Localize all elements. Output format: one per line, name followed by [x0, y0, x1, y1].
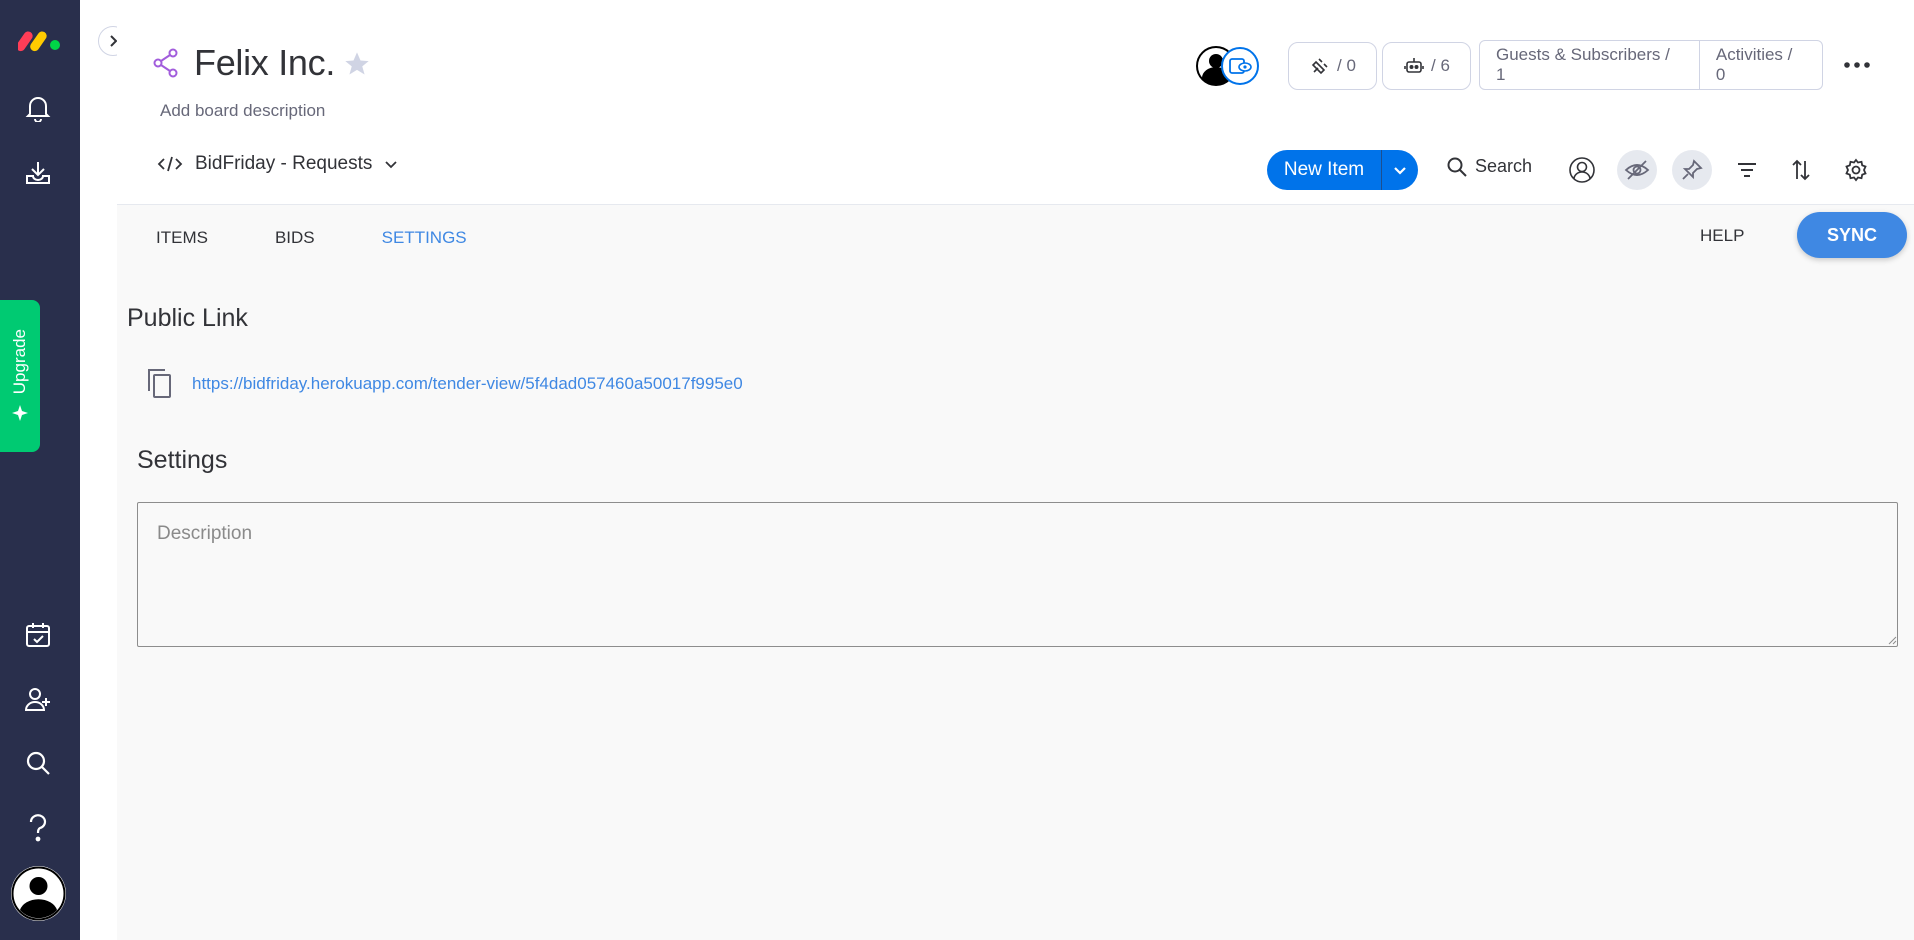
- inbox-button[interactable]: [18, 153, 58, 193]
- search-icon: [1447, 157, 1467, 177]
- hide-columns-button[interactable]: [1617, 150, 1657, 190]
- more-horizontal-icon: [1844, 62, 1870, 68]
- board-view-selector[interactable]: BidFriday - Requests: [157, 153, 398, 175]
- filter-icon: [1738, 163, 1756, 177]
- upgrade-label: Upgrade: [10, 329, 29, 395]
- app-view-content: ITEMS BIDS SETTINGS HELP SYNC Public Lin…: [117, 205, 1914, 940]
- sort-icon: [1792, 159, 1810, 181]
- board-description[interactable]: Add board description: [160, 101, 325, 121]
- board-title[interactable]: Felix Inc.: [194, 42, 335, 84]
- new-item-split-button: New Item: [1267, 150, 1418, 190]
- tab-settings[interactable]: SETTINGS: [382, 228, 467, 248]
- public-link-heading: Public Link: [127, 304, 248, 332]
- sync-button[interactable]: SYNC: [1797, 212, 1907, 258]
- robot-icon: [1404, 58, 1424, 73]
- tab-bids[interactable]: BIDS: [275, 228, 315, 248]
- more-options-button[interactable]: [1839, 48, 1875, 82]
- automations-count: / 6: [1431, 56, 1450, 75]
- new-item-button[interactable]: New Item: [1267, 150, 1381, 190]
- calendar-check-icon: [26, 623, 50, 647]
- guest-view-icon: [1221, 47, 1259, 85]
- help-button[interactable]: [18, 808, 58, 848]
- settings-heading: Settings: [137, 446, 228, 474]
- code-icon: [157, 156, 183, 172]
- sort-button[interactable]: [1781, 150, 1821, 190]
- board-search-button[interactable]: Search: [1447, 156, 1532, 177]
- tab-items[interactable]: ITEMS: [156, 228, 208, 248]
- board-activity-panel: Guests & Subscribers / 1 Activities / 0: [1479, 40, 1823, 90]
- integrations-button[interactable]: / 0: [1288, 42, 1377, 90]
- sparkle-icon: [12, 404, 28, 421]
- guests-subscribers-button[interactable]: Guests & Subscribers / 1: [1480, 41, 1699, 89]
- monday-logo[interactable]: [18, 26, 62, 52]
- resize-handle-icon[interactable]: [1887, 635, 1897, 645]
- chevron-down-icon: [385, 161, 398, 169]
- new-item-dropdown-button[interactable]: [1382, 150, 1418, 190]
- copy-icon[interactable]: [145, 367, 175, 401]
- left-rail: Upgrade: [0, 0, 80, 940]
- public-link-url[interactable]: https://bidfriday.herokuapp.com/tender-v…: [192, 374, 743, 394]
- board-settings-button[interactable]: [1836, 150, 1876, 190]
- chevron-down-icon: [1394, 167, 1406, 175]
- activities-button[interactable]: Activities / 0: [1700, 41, 1822, 89]
- user-avatar[interactable]: [11, 866, 66, 921]
- user-avatar-icon: [11, 866, 66, 921]
- board-header: Felix Inc. Add board description / 0 / 6…: [117, 0, 1914, 205]
- my-work-button[interactable]: [18, 615, 58, 655]
- pin-button[interactable]: [1672, 150, 1712, 190]
- download-icon: [26, 162, 50, 184]
- search-icon: [26, 751, 50, 775]
- upgrade-button[interactable]: Upgrade: [0, 300, 40, 452]
- bell-icon: [25, 97, 51, 122]
- help-link[interactable]: HELP: [1700, 226, 1744, 246]
- notifications-button[interactable]: [18, 88, 58, 128]
- view-name: BidFriday - Requests: [195, 153, 373, 174]
- help-icon: [29, 814, 47, 842]
- integrations-count: / 0: [1337, 56, 1356, 75]
- gear-icon: [1845, 158, 1867, 182]
- filter-button[interactable]: [1727, 150, 1767, 190]
- person-icon: [1569, 157, 1595, 183]
- favorite-star-icon[interactable]: [343, 50, 371, 78]
- automations-button[interactable]: / 6: [1382, 42, 1471, 90]
- invite-members-button[interactable]: [18, 679, 58, 719]
- search-everything-button[interactable]: [18, 743, 58, 783]
- integrations-plug-icon: [1311, 58, 1328, 75]
- search-label: Search: [1475, 156, 1533, 176]
- eye-hidden-icon: [1624, 160, 1650, 180]
- board-members[interactable]: [1196, 46, 1264, 86]
- app-root: Upgrade Felix Inc. Add board description…: [0, 0, 1914, 940]
- app-tabs: ITEMS BIDS SETTINGS: [156, 228, 534, 248]
- pin-icon: [1682, 159, 1703, 180]
- description-field[interactable]: [137, 502, 1898, 647]
- person-filter-button[interactable]: [1562, 150, 1602, 190]
- shareable-board-icon[interactable]: [153, 48, 179, 78]
- panel-edge: [80, 0, 118, 940]
- add-user-icon: [24, 688, 50, 711]
